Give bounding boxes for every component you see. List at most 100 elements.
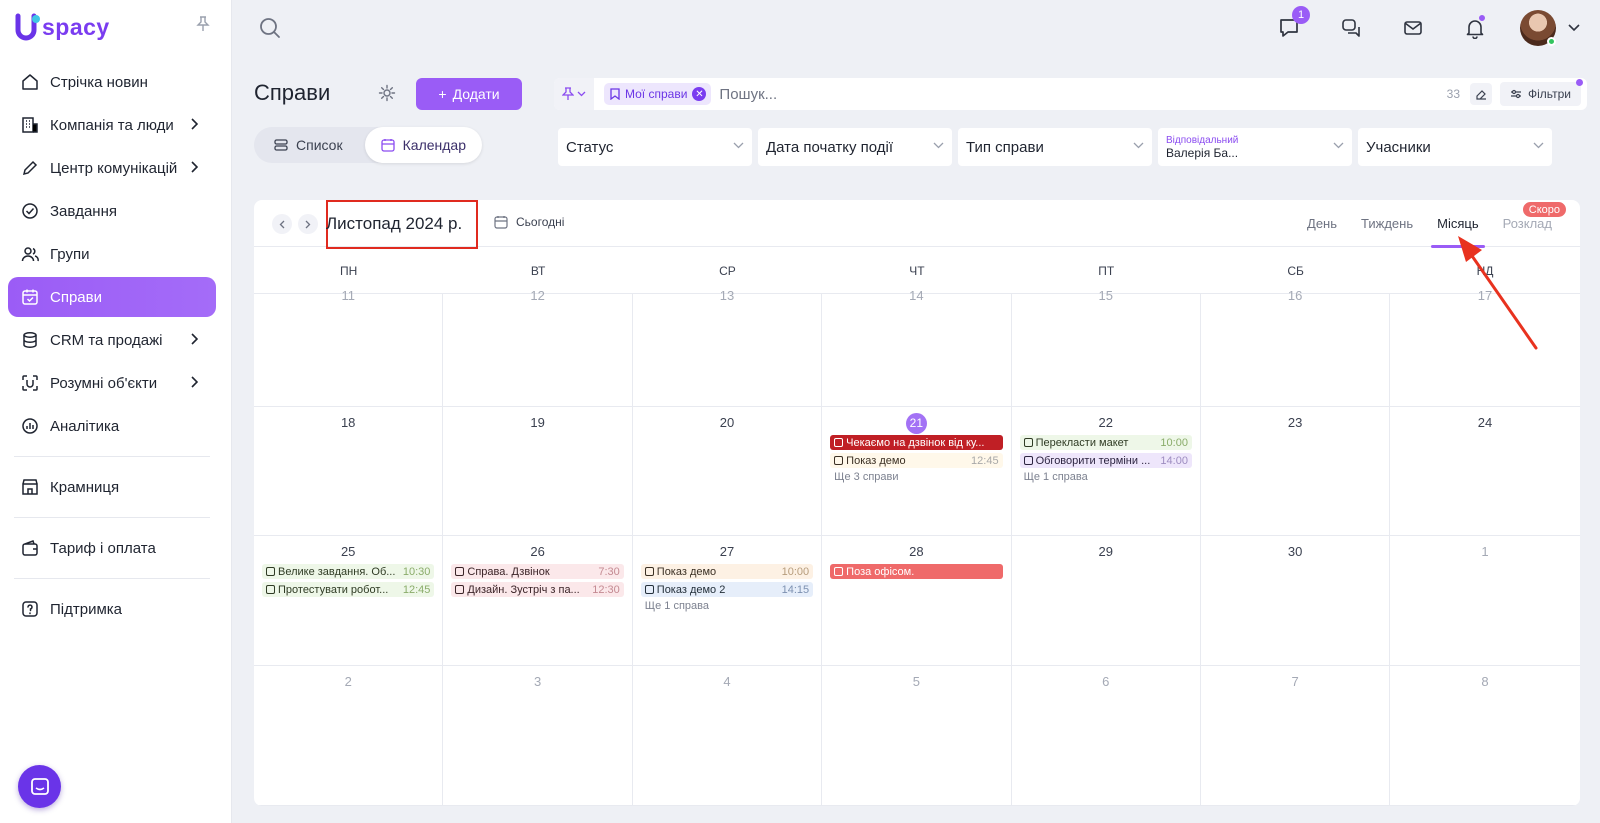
day-number: 16 [1209, 284, 1381, 308]
day-cell[interactable]: 16 [1201, 288, 1391, 406]
settings-gear-icon[interactable] [378, 84, 396, 107]
participants-select[interactable]: Учасники [1358, 128, 1552, 166]
start-date-select[interactable]: Дата початку події [758, 128, 952, 166]
more-events-link[interactable]: Ще 1 справа [1020, 471, 1192, 483]
sidebar-item-6[interactable]: CRM та продажі [8, 320, 216, 360]
next-month-button[interactable] [298, 214, 318, 234]
day-cell[interactable]: 15 [1012, 288, 1201, 406]
sidebar-item-8[interactable]: Аналітика [8, 406, 216, 446]
sidebar-item-1[interactable]: Компанія та люди [8, 105, 216, 145]
day-cell[interactable]: 22 Перекласти макет 10:00 Обговорити термін… [1012, 407, 1201, 535]
day-number-text: 17 [1477, 288, 1493, 303]
sidebar-item-4[interactable]: Групи [8, 234, 216, 274]
day-cell[interactable]: 4 [633, 666, 823, 805]
day-number-text: 12 [530, 288, 545, 303]
task-type-select[interactable]: Тип справи [958, 128, 1152, 166]
calendar-icon [380, 139, 395, 152]
day-cell[interactable]: 17 [1390, 288, 1579, 406]
remove-chip-icon[interactable]: ✕ [692, 87, 707, 101]
event-title: Протестувати робот... [278, 583, 389, 596]
sidebar-item-10[interactable]: Тариф і оплата [8, 528, 216, 568]
day-cell[interactable]: 8 [1390, 666, 1579, 805]
user-avatar[interactable] [1520, 10, 1556, 46]
day-cell[interactable]: 2 [254, 666, 444, 805]
global-search-icon[interactable] [259, 17, 281, 44]
list-icon [274, 139, 288, 151]
more-events-link[interactable]: Ще 1 справа [641, 600, 813, 612]
view-calendar-button[interactable]: Календар [364, 127, 482, 163]
sidebar-item-7[interactable]: Розумні об'єкти [8, 363, 216, 403]
day-cell[interactable]: 6 [1012, 666, 1201, 805]
day-number: 8 [1398, 670, 1571, 694]
responsible-select[interactable]: Відповідальний Валерія Ба... [1158, 128, 1352, 166]
calendar-event[interactable]: Показ демо 12:45 [830, 453, 1003, 468]
sidebar-item-label: Групи [50, 245, 90, 263]
sidebar-item-9[interactable]: Крамниця [8, 467, 216, 507]
day-cell[interactable]: 21 Чекаємо на дзвінок від ку... Показ демо… [822, 407, 1012, 535]
event-type-icon [266, 585, 275, 594]
company-icon [20, 115, 40, 135]
calendar-event[interactable]: Перекласти макет 10:00 [1019, 435, 1192, 450]
day-cell[interactable]: 11 [254, 288, 444, 406]
day-cell[interactable]: 26 Справа. Дзвінок 7:30 Дизайн. Зустріч з п… [443, 536, 633, 665]
calendar-event[interactable]: Справа. Дзвінок 7:30 [451, 564, 624, 579]
day-cell[interactable]: 29 [1012, 536, 1201, 665]
clear-filters-eraser-icon[interactable] [1470, 83, 1493, 105]
pin-sidebar-icon[interactable] [196, 16, 210, 37]
sidebar-item-0[interactable]: Стрічка новин [8, 62, 216, 102]
mail-icon[interactable] [1396, 10, 1430, 46]
calendar-event[interactable]: Протестувати робот... 12:45 [262, 582, 435, 597]
tab-day[interactable]: День [1307, 216, 1337, 231]
pinned-filters-button[interactable] [554, 78, 594, 110]
chat-icon[interactable]: 1 [1272, 6, 1310, 46]
messages-icon[interactable] [1334, 10, 1368, 46]
sidebar-item-11[interactable]: Підтримка [8, 589, 216, 629]
calendar-event[interactable]: Показ демо 10:00 [640, 564, 814, 579]
day-cell[interactable]: 18 [254, 407, 444, 535]
tab-week[interactable]: Тиждень [1361, 216, 1413, 231]
filters-label: Фільтри [1528, 87, 1571, 101]
sidebar-item-5[interactable]: Справи [8, 277, 216, 317]
day-cell[interactable]: 30 [1201, 536, 1391, 665]
filters-button[interactable]: Фільтри [1500, 79, 1583, 106]
calendar-event[interactable]: Дизайн. Зустріч з па... 12:30 [451, 582, 624, 597]
day-cell[interactable]: 14 [822, 288, 1012, 406]
prev-month-button[interactable] [272, 214, 292, 234]
day-cell[interactable]: 28 Поза офісом. [822, 536, 1012, 665]
sidebar-divider [14, 517, 210, 518]
today-button[interactable]: Сьогодні [494, 215, 564, 229]
day-cell[interactable]: 20 [633, 407, 823, 535]
calendar-event[interactable]: Показ демо 2 14:15 [640, 582, 814, 597]
day-cell[interactable]: 13 [633, 288, 823, 406]
search-input[interactable]: Пошук... [719, 86, 1446, 103]
app-logo[interactable]: spacy [14, 12, 110, 42]
day-cell[interactable]: 7 [1201, 666, 1391, 805]
sidebar-item-2[interactable]: Центр комунікацій [8, 148, 216, 188]
day-cell[interactable]: 12 [443, 288, 633, 406]
day-cell[interactable]: 24 [1390, 407, 1579, 535]
sidebar-item-3[interactable]: Завдання [8, 191, 216, 231]
day-cell[interactable]: 19 [443, 407, 633, 535]
chat-widget-button[interactable] [18, 765, 61, 808]
day-number: 15 [1020, 284, 1192, 308]
status-select[interactable]: Статус [558, 128, 752, 166]
notifications-bell-icon[interactable] [1458, 10, 1492, 46]
day-cell[interactable]: 1 [1390, 536, 1579, 665]
calendar-event[interactable]: Велике завдання. Об... 10:30 [262, 564, 435, 579]
day-cell[interactable]: 5 [822, 666, 1012, 805]
tab-month[interactable]: Місяць [1431, 216, 1486, 248]
add-button[interactable]: + Додати [416, 78, 522, 110]
view-list-button[interactable]: Список [258, 127, 359, 163]
more-events-link[interactable]: Ще 3 справи [830, 471, 1002, 483]
calendar-header: Листопад 2024 р. Сьогодні День Тиждень М… [254, 200, 1580, 249]
calendar-event[interactable]: Обговорити терміни ... 14:00 [1019, 453, 1192, 468]
calendar-event[interactable]: Чекаємо на дзвінок від ку... [830, 435, 1003, 450]
chevron-down-icon[interactable] [1568, 19, 1580, 37]
my-tasks-filter-chip[interactable]: Мої справи ✕ [604, 83, 712, 105]
day-cell[interactable]: 27 Показ демо 10:00 Показ демо 2 14:15 Ще 1 с… [633, 536, 823, 665]
day-cell[interactable]: 25 Велике завдання. Об... 10:30 Протестуват… [254, 536, 444, 665]
calendar-event[interactable]: Поза офісом. [830, 564, 1003, 579]
day-cell[interactable]: 3 [443, 666, 633, 805]
day-number: 6 [1020, 670, 1192, 694]
day-cell[interactable]: 23 [1201, 407, 1391, 535]
